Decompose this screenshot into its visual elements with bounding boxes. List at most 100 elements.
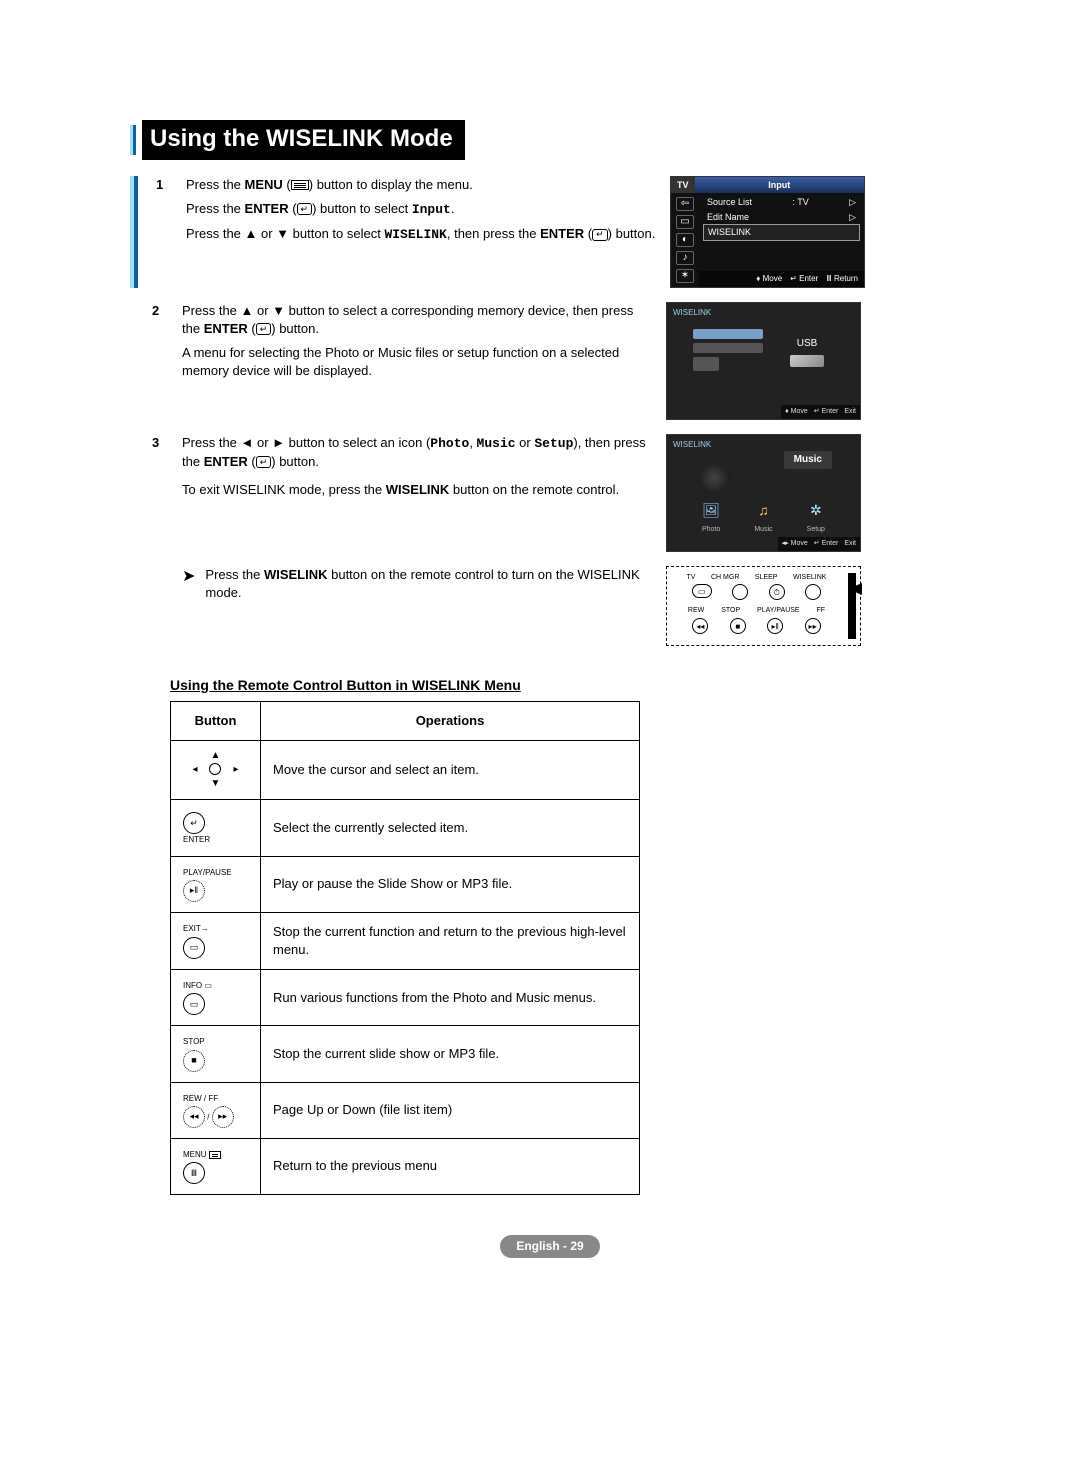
- music-icon: ♫: [748, 499, 778, 523]
- enter-icon: ↵: [256, 323, 272, 335]
- remote-label: SLEEP: [755, 573, 778, 583]
- osd-photo-label: Photo: [702, 525, 720, 535]
- op-text: Page Up or Down (file list item): [261, 1082, 640, 1138]
- chevron-right-icon: ▷: [849, 196, 856, 209]
- headphones-icon: [697, 465, 731, 491]
- op-text: Run various functions from the Photo and…: [261, 970, 640, 1026]
- osd-music-label: Music: [754, 525, 772, 535]
- page-title: Using the WISELINK Mode: [142, 120, 465, 160]
- remote-label: CH MGR: [711, 573, 739, 583]
- osd-hint: ♦ Move: [785, 407, 808, 417]
- remote-label: FF: [817, 606, 826, 616]
- page-footer: English - 29: [130, 1235, 970, 1258]
- osd-tv-tab: TV: [671, 177, 695, 194]
- btn-label: PLAY/PAUSE: [183, 868, 232, 877]
- t: To exit WISELINK mode, press the: [182, 482, 386, 497]
- table-row: REW / FF ◂◂ / ▸▸ Page Up or Down (file l…: [171, 1082, 640, 1138]
- t: ) button to select: [312, 201, 412, 216]
- t: Press the ◄ or ► button to select an ico…: [182, 435, 430, 450]
- osd-hint: ↵ Enter: [814, 407, 839, 417]
- step-3-body: Press the ◄ or ► button to select an ico…: [182, 434, 652, 552]
- remote-rew-button: ◂◂: [692, 618, 708, 634]
- title-accent: [130, 125, 136, 155]
- btn-label: MENU: [183, 1150, 207, 1159]
- side-icon: ▭: [676, 215, 694, 229]
- wiselink-word: WISELINK: [386, 482, 450, 497]
- table-row: INFO ▭ ▭ Run various functions from the …: [171, 970, 640, 1026]
- op-text: Stop the current slide show or MP3 file.: [261, 1026, 640, 1082]
- step-3-row: 3 Press the ◄ or ► button to select an i…: [130, 434, 970, 552]
- t: button on the remote control.: [449, 482, 619, 497]
- osd-hint: ↵ Enter: [814, 539, 839, 549]
- btn-label: INFO: [183, 981, 202, 990]
- t: (: [248, 454, 256, 469]
- t: (: [584, 226, 592, 241]
- osd-hint: ↵ Enter: [790, 273, 818, 284]
- osd-input-menu: TV Input ⇦ ▭ ◐ ♪ ✶ Source List: TV▷ Edit…: [670, 176, 865, 288]
- step-1-body: Press the MENU () button to display the …: [186, 176, 656, 288]
- op-text: Play or pause the Slide Show or MP3 file…: [261, 856, 640, 912]
- t: or: [516, 435, 535, 450]
- osd-edit-name: Edit Name: [707, 211, 749, 224]
- osd-music-banner: Music: [784, 451, 832, 469]
- stop-button-icon: STOP ■: [171, 1026, 261, 1082]
- remote-label: TV: [687, 573, 696, 583]
- remote-tv-button: ▭: [692, 584, 712, 598]
- setup-icon: ✲: [801, 499, 831, 523]
- wiselink-word: WISELINK: [384, 227, 446, 242]
- table-row: MENU Ⅲ Return to the previous menu: [171, 1138, 640, 1194]
- t: ) button.: [271, 321, 319, 336]
- t: (: [283, 177, 291, 192]
- remote-diagram: TV CH MGR SLEEP WISELINK ▭ ⏱ REW STOP PL…: [666, 566, 861, 646]
- table-heading: Using the Remote Control Button in WISEL…: [170, 676, 970, 696]
- t: (: [289, 201, 297, 216]
- op-text: Move the cursor and select an item.: [261, 741, 640, 800]
- remote-label: PLAY/PAUSE: [757, 606, 800, 616]
- note-arrow-icon: ➤: [182, 566, 195, 588]
- table-row: STOP ■ Stop the current slide show or MP…: [171, 1026, 640, 1082]
- step-number: 3: [152, 434, 168, 552]
- page-lang: English -: [516, 1239, 570, 1253]
- osd-hint: ◂▸ Move: [782, 539, 808, 549]
- usb-stick-icon: [790, 355, 824, 367]
- page-title-bar: Using the WISELINK Mode: [130, 120, 970, 160]
- osd-hint: Exit: [844, 539, 856, 549]
- enter-icon: ↵: [297, 203, 313, 215]
- remote-stop-button: ■: [730, 618, 746, 634]
- op-text: Select the currently selected item.: [261, 800, 640, 856]
- t: Press the: [186, 201, 245, 216]
- enter-word: ENTER: [245, 201, 289, 216]
- side-icon: ♪: [676, 251, 694, 265]
- col-button: Button: [171, 702, 261, 741]
- dpad-icon: ▲ ◂ ▸ ▼: [171, 741, 261, 800]
- osd-usb: USB: [778, 337, 836, 367]
- enter-button-icon: ↵ ENTER: [171, 800, 261, 856]
- table-row: ▲ ◂ ▸ ▼ Move the cursor and select an it…: [171, 741, 640, 800]
- osd-icon-select: WISELINK Music 🖼Photo ♫Music ✲Setup ◂▸ M…: [666, 434, 861, 552]
- osd-input-tab: Input: [695, 177, 864, 194]
- t: Press the: [186, 177, 245, 192]
- osd-hint: ♦ Move: [756, 273, 782, 284]
- photo-icon: 🖼: [696, 499, 726, 523]
- photo-word: Photo: [430, 436, 469, 451]
- table-row: EXIT→ ▭ Stop the current function and re…: [171, 912, 640, 969]
- osd-device-list: [693, 329, 763, 375]
- wiselink-word: WISELINK: [264, 567, 328, 582]
- osd-usb-label: USB: [797, 337, 818, 351]
- page-number: 29: [570, 1239, 583, 1253]
- menu-icon: [291, 180, 309, 190]
- step-1-row: 1 Press the MENU () button to display th…: [130, 176, 970, 288]
- step-2-row: 2 Press the ▲ or ▼ button to select a co…: [130, 302, 970, 420]
- t: ) button to display the menu.: [309, 177, 473, 192]
- note-row: ➤ Press the WISELINK button on the remot…: [130, 566, 970, 646]
- info-button-icon: INFO ▭ ▭: [171, 970, 261, 1026]
- t: .: [451, 201, 455, 216]
- remote-label: REW: [688, 606, 704, 616]
- menu-button-icon: MENU Ⅲ: [171, 1138, 261, 1194]
- remote-ff-button: ▸▸: [805, 618, 821, 634]
- op-text: Return to the previous menu: [261, 1138, 640, 1194]
- rew-ff-button-icon: REW / FF ◂◂ / ▸▸: [171, 1082, 261, 1138]
- step-number: 1: [156, 176, 172, 288]
- t: Press the ▲ or ▼ button to select: [186, 226, 384, 241]
- osd-device-select: WISELINK USB ♦ Move ↵ Enter Exit: [666, 302, 861, 420]
